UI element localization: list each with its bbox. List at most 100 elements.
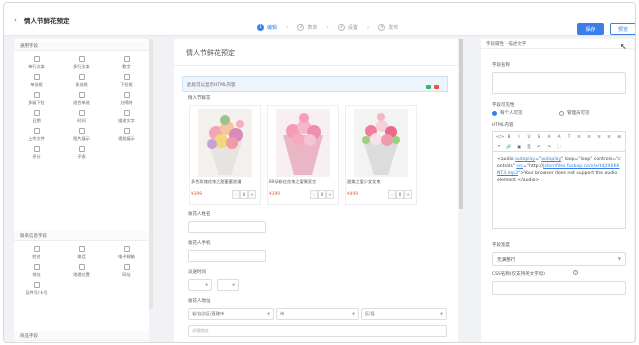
toolbar-button-icon[interactable]: ▣ [516,142,522,151]
palette-field-item[interactable]: 多级下拉 [14,90,59,108]
property-tab[interactable]: 字段属性 · 描述文字 ⋮ [481,39,634,49]
toolbar-button-icon[interactable]: ⎘ [526,142,532,151]
radio-label: 每个人可见 [500,111,523,116]
palette-field-item[interactable]: 子表 [59,144,104,162]
palette-field-item[interactable]: 评分 [14,144,59,162]
toolbar-button-icon[interactable]: B [506,132,512,141]
decrement-button[interactable]: - [232,190,240,199]
delivery-date-select[interactable]: ▼ [188,279,212,291]
canvas-scrollbar[interactable] [459,39,463,209]
palette-field-item[interactable]: 视频展示 [104,126,149,144]
toolbar-button-icon[interactable]: A [546,132,552,141]
palette-field-item[interactable]: 地址 [14,262,59,280]
palette-field-item[interactable]: 上传文件 [14,126,59,144]
visibility-everyone-radio[interactable]: 每个人可见 [492,110,523,116]
palette-field-label: 组合单选 [73,100,90,105]
field-type-icon [33,128,40,134]
html-content-label: HTML内容 [492,123,514,128]
toolbar-button-icon[interactable]: ≡ [586,132,592,141]
palette-field-item[interactable]: 网址 [104,262,149,280]
product-name: 80朵粉红花束之爱情宣言 [269,179,317,184]
toolbar-button-icon[interactable]: ≡ [576,132,582,141]
district-select[interactable]: 区/县 ▼ [361,308,447,320]
step-form[interactable]: 2 表单 [297,23,317,31]
toolbar-button-icon[interactable]: S [536,132,542,141]
toolbar-button-icon[interactable]: I [516,132,522,141]
html-code-editor[interactable]: <audio autoplay="autoplay" loop="loop" c… [492,151,626,229]
increment-button[interactable]: + [248,190,256,199]
toolbar-button-icon[interactable]: ≡ [596,132,602,141]
toolbar-button-icon[interactable]: T [566,132,572,141]
quantity-stepper[interactable]: - 0 + [388,190,412,199]
chevron-left-icon[interactable]: ‹ [14,16,17,24]
toolbar-button-icon[interactable]: ↷ [546,142,552,151]
palette-field-item[interactable]: 描述文字 [104,108,149,126]
product-card[interactable]: 多色玫瑰花束之甜蜜蜜浪漫 ¥399 - 0 + [189,105,261,205]
quantity-value[interactable]: 0 [318,190,326,199]
decrement-button[interactable]: - [310,190,318,199]
city-select[interactable]: 市 ▼ [276,308,359,320]
toolbar-button-icon[interactable]: </> [496,132,504,141]
toolbar-button-icon[interactable]: ❝ [496,142,502,151]
palette-field-label: 描述文字 [118,118,135,123]
quantity-value[interactable]: 0 [396,190,404,199]
help-icon[interactable]: ? [573,270,578,275]
palette-field-item[interactable]: 电子邮箱 [104,244,149,262]
palette-field-item[interactable]: 图片展示 [59,126,104,144]
palette-field-item[interactable]: 分隔符 [104,90,149,108]
product-price: ¥399 [191,192,202,197]
delete-field-icon[interactable] [434,85,439,89]
palette-field-item[interactable]: 多行文本 [59,54,104,72]
increment-button[interactable]: + [404,190,412,199]
product-card[interactable]: 甜美之爱少女花束 ¥499 - 0 + [345,105,417,205]
preview-button[interactable]: 预览 [610,23,635,35]
css-name-input[interactable] [492,281,626,295]
visibility-admin-radio[interactable]: 管理员可见 [559,110,590,116]
field-type-icon [78,246,85,252]
palette-field-item[interactable]: 组合单选 [59,90,104,108]
toolbar-button-icon[interactable]: ⊞ [616,132,622,141]
recipient-phone-input[interactable] [188,250,266,262]
field-width-select[interactable]: 无满整行 ▼ [492,252,626,266]
html-description-field[interactable]: 此处可以显示HTML内容 [182,76,448,92]
palette-scrollbar[interactable] [149,39,153,309]
increment-button[interactable]: + [326,190,334,199]
product-price: ¥499 [347,192,358,197]
province-select[interactable]: 省/自治区/直辖市 ▼ [188,308,274,320]
toolbar-button-icon[interactable]: U [526,132,532,141]
palette-field-item[interactable]: 多选框 [59,72,104,90]
address-label: 收花人地址 [188,299,211,304]
palette-field-item[interactable]: 电话 [59,244,104,262]
delivery-hour-select[interactable]: ▼ [217,279,239,291]
palette-field-item[interactable]: 单行文本 [14,54,59,72]
toolbar-button-icon[interactable]: 🔗 [506,142,512,151]
palette-field-item[interactable]: 时间 [59,108,104,126]
palette-field-item[interactable]: 数字 [104,54,149,72]
palette-field-item[interactable]: 姓名 [14,244,59,262]
quantity-value[interactable]: 0 [240,190,248,199]
palette-field-item[interactable]: 单选框 [14,72,59,90]
copy-field-icon[interactable] [426,85,431,89]
toolbar-button-icon[interactable]: A [556,132,562,141]
toolbar-button-icon[interactable]: ↶ [536,142,542,151]
palette-field-item[interactable]: 地理位置 [59,262,104,280]
recipient-name-input[interactable] [188,221,266,233]
quantity-stepper[interactable]: - 0 + [310,190,334,199]
palette-field-item[interactable]: 证件号/卡号 [14,280,59,298]
field-name-input[interactable] [492,72,626,94]
more-icon[interactable]: ⋮ [626,41,631,47]
form-title: 情人节鲜花预定 [186,49,235,57]
toolbar-button-icon[interactable]: ⛶ [556,142,562,151]
product-card[interactable]: 80朵粉红花束之爱情宣言 ¥399 - 0 + [267,105,339,205]
decrement-button[interactable]: - [388,190,396,199]
step-edit[interactable]: 1 编辑 [257,23,277,31]
address-detail-input[interactable]: 详细地址 [188,325,447,337]
field-type-icon [123,110,130,116]
quantity-stepper[interactable]: - 0 + [232,190,256,199]
step-settings[interactable]: 3 设置 [337,23,358,31]
toolbar-button-icon[interactable]: ≡ [606,132,612,141]
step-publish[interactable]: 4 发布 [378,23,398,31]
save-button[interactable]: 保存 [577,23,604,35]
palette-field-item[interactable]: 日期 [14,108,59,126]
palette-field-item[interactable]: 下拉框 [104,72,149,90]
